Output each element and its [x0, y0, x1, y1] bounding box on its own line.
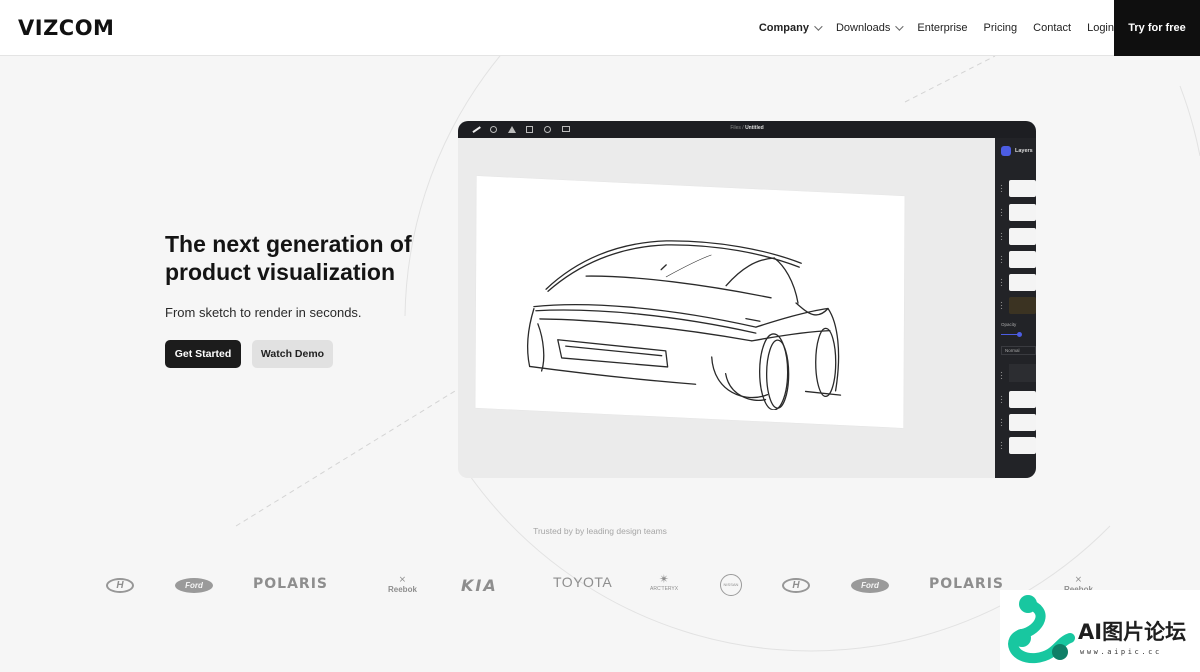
drag-handle-icon[interactable] [1000, 184, 1003, 192]
arcteryx-logo: ✴ ARC'TERYX [650, 572, 678, 592]
nav-item-company[interactable]: Company [758, 22, 823, 34]
watch-demo-button[interactable]: Watch Demo [252, 340, 333, 368]
drag-handle-icon[interactable] [1000, 278, 1003, 286]
blend-mode-value: Normal [1005, 348, 1020, 353]
watermark: AI图片论坛 www.aipic.cc [1000, 590, 1200, 672]
nissan-logo: NISSAN [720, 574, 742, 596]
drawing-canvas[interactable] [458, 138, 995, 478]
drag-handle-icon[interactable] [1000, 255, 1003, 263]
opacity-slider-handle[interactable] [1017, 332, 1022, 337]
drag-handle-icon[interactable] [1000, 232, 1003, 240]
hero-title: The next generation of product visualiza… [165, 231, 412, 285]
app-preview: Files / Untitled Layers Opacity Normal [458, 121, 1036, 478]
vizcom-logo[interactable]: VIZCOM [18, 16, 114, 40]
site-header: VIZCOM Company Downloads Enterprise Pric… [0, 0, 1200, 56]
kia-logo: KIA [461, 576, 498, 595]
ford-logo-text: Ford [861, 581, 879, 590]
drag-handle-icon[interactable] [1000, 441, 1003, 449]
drag-handle-icon[interactable] [1000, 208, 1003, 216]
chevron-down-icon [814, 22, 823, 31]
get-started-button[interactable]: Get Started [165, 340, 241, 368]
reebok-delta-icon: ⨯ [398, 574, 407, 584]
reebok-logo: ⨯ Reebok [388, 574, 417, 594]
sketch-paper [475, 175, 905, 429]
ford-logo: Ford [175, 578, 213, 593]
drag-handle-icon[interactable] [1000, 301, 1003, 309]
layers-icon [1001, 146, 1011, 156]
breadcrumb-file-name: Untitled [745, 125, 764, 131]
opacity-label: Opacity [1001, 322, 1017, 327]
drag-handle-icon[interactable] [1000, 418, 1003, 426]
layer-thumbnail[interactable] [1009, 228, 1036, 245]
drag-handle-icon[interactable] [1000, 395, 1003, 403]
layer-thumbnail[interactable] [1009, 437, 1036, 454]
layer-thumbnail[interactable] [1009, 204, 1036, 221]
nav-item-pricing[interactable]: Pricing [984, 22, 1018, 34]
toyota-logo: TOYOTA [553, 574, 613, 590]
layer-thumbnail-active[interactable] [1009, 297, 1036, 314]
chevron-down-icon [895, 22, 905, 31]
file-breadcrumb: Files / Untitled [458, 125, 1036, 131]
app-toolbar: Files / Untitled [458, 121, 1036, 138]
nav-item-label: Company [758, 22, 809, 34]
layer-thumbnail[interactable] [1009, 251, 1036, 268]
polaris-logo: POLARIS [929, 576, 1004, 592]
orbit-arc-right [1179, 85, 1200, 157]
breadcrumb-files[interactable]: Files / [730, 125, 743, 131]
trusted-by-text: Trusted by by leading design teams [533, 526, 667, 536]
layer-thumbnail[interactable] [1009, 391, 1036, 408]
dashed-guide-right [904, 56, 996, 103]
nissan-logo-text: NISSAN [723, 582, 739, 587]
try-for-free-button[interactable]: Try for free [1114, 0, 1200, 56]
arcteryx-bird-icon: ✴ [659, 572, 670, 586]
layer-thumbnail[interactable] [1009, 414, 1036, 431]
layer-thumbnail[interactable] [1009, 364, 1036, 382]
car-sketch [527, 240, 842, 411]
ford-logo-text: Ford [185, 581, 203, 590]
reebok-logo-text: Reebok [388, 585, 417, 594]
watermark-text: AI图片论坛 [1078, 620, 1187, 644]
nav-item-downloads[interactable]: Downloads [835, 22, 905, 34]
hyundai-logo: H [106, 578, 134, 593]
hyundai-logo: H [782, 578, 810, 593]
hero-subtitle: From sketch to render in seconds. [165, 305, 362, 320]
nav-item-login[interactable]: Login [1087, 22, 1114, 34]
main-nav: Company Downloads Enterprise Pricing Con… [743, 0, 1114, 56]
arcteryx-logo-text: ARC'TERYX [650, 586, 679, 592]
polaris-logo: POLARIS [253, 576, 328, 592]
nav-item-enterprise[interactable]: Enterprise [917, 22, 967, 34]
layer-thumbnail[interactable] [1009, 180, 1036, 197]
dashed-guide-left [235, 390, 456, 527]
watermark-url: www.aipic.cc [1080, 648, 1162, 656]
drag-handle-icon[interactable] [1000, 371, 1003, 379]
layers-title: Layers [1015, 148, 1033, 154]
layers-header: Layers [1001, 146, 1033, 156]
reebok-delta-icon: ⨯ [1074, 574, 1083, 584]
layer-thumbnail[interactable] [1009, 274, 1036, 291]
ford-logo: Ford [851, 578, 889, 593]
layers-panel: Layers Opacity Normal [995, 138, 1036, 478]
nav-item-contact[interactable]: Contact [1033, 22, 1071, 34]
watermark-logo-icon [1008, 595, 1075, 664]
nav-item-label: Downloads [835, 22, 891, 34]
